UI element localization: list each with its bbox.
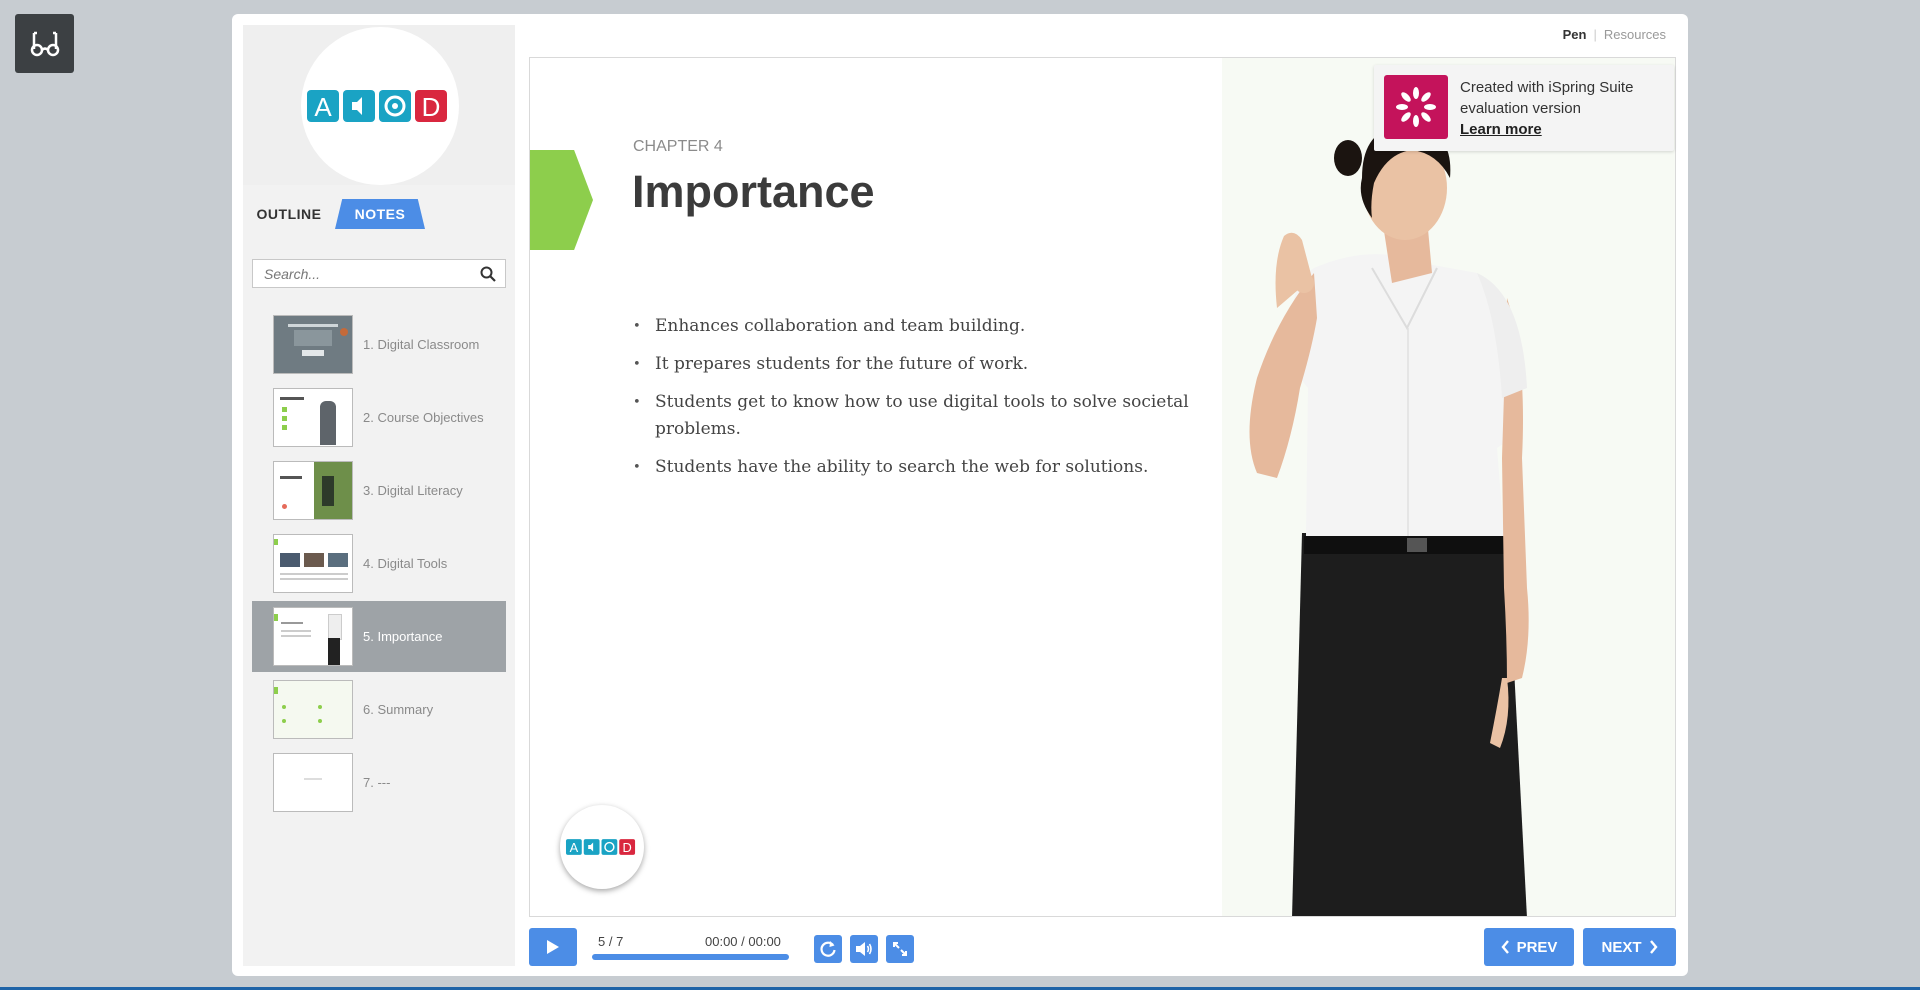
slide-thumbnail <box>273 753 353 812</box>
slide-item-1[interactable]: 1. Digital Classroom <box>252 309 506 380</box>
slide-thumbnail <box>273 315 353 374</box>
sidebar: A D OUTLINE NOTES Search... 1. Digital C… <box>243 25 515 966</box>
sidebar-tabs: OUTLINE NOTES <box>243 199 515 229</box>
slide-item-3[interactable]: 3. Digital Literacy <box>252 455 506 526</box>
bullet-item: Enhances collaboration and team building… <box>633 313 1193 340</box>
ispring-evaluation-badge[interactable]: Created with iSpring Suite evaluation ve… <box>1374 65 1674 151</box>
progress-fill <box>592 954 789 960</box>
search-icon[interactable] <box>480 266 496 282</box>
slide-label: 4. Digital Tools <box>363 556 448 571</box>
chevron-right-icon <box>1649 940 1658 954</box>
pen-link[interactable]: Pen <box>1563 27 1587 42</box>
resources-link[interactable]: Resources <box>1604 27 1666 42</box>
slide-label: 6. Summary <box>363 702 434 717</box>
slide-item-6[interactable]: 6. Summary <box>252 674 506 745</box>
slide-label: 1. Digital Classroom <box>363 337 480 352</box>
slide-item-5[interactable]: 5. Importance <box>252 601 506 672</box>
chapter-marker <box>530 150 593 250</box>
presentation-player: A D OUTLINE NOTES Search... 1. Digital C… <box>232 14 1688 976</box>
bullet-item: It prepares students for the future of w… <box>633 351 1193 378</box>
slide-thumbnail <box>273 534 353 593</box>
course-logo-area: A D <box>243 25 515 185</box>
prev-button[interactable]: PREV <box>1484 928 1574 966</box>
slide-canvas: CHAPTER 4 Importance Enhances collaborat… <box>529 57 1676 917</box>
bullet-item: Students get to know how to use digital … <box>633 389 1193 443</box>
chevron-left-icon <box>1501 940 1509 954</box>
play-icon <box>547 940 559 954</box>
slide-thumbnail <box>273 680 353 739</box>
course-logo: A D <box>301 27 459 185</box>
time-display: 00:00 / 00:00 <box>705 934 781 949</box>
search-input[interactable] <box>253 260 474 287</box>
replay-icon <box>820 941 836 957</box>
progress-bar[interactable] <box>592 954 789 960</box>
prev-label: PREV <box>1516 938 1558 956</box>
slide-counter: 5 / 7 <box>598 934 624 949</box>
next-label: NEXT <box>1601 938 1642 956</box>
bullet-list: Enhances collaboration and team building… <box>633 313 1193 492</box>
link-separator: | <box>1593 27 1597 42</box>
search-box <box>252 259 506 288</box>
tab-notes[interactable]: NOTES <box>335 199 425 229</box>
course-logo-small: A D <box>560 805 644 889</box>
svg-text:A: A <box>570 840 579 855</box>
badge-line-2: evaluation version <box>1460 100 1581 117</box>
slide-item-7[interactable]: 7. --- <box>252 747 506 818</box>
presenter-photo <box>1222 58 1675 916</box>
fullscreen-button[interactable] <box>886 935 914 963</box>
svg-text:D: D <box>422 92 441 122</box>
slide-thumbnail <box>273 388 353 447</box>
slide-label: 5. Importance <box>363 629 443 644</box>
next-button[interactable]: NEXT <box>1583 928 1676 966</box>
volume-button[interactable] <box>850 935 878 963</box>
slide-label: 2. Course Objectives <box>363 410 484 425</box>
volume-icon <box>856 942 872 956</box>
fullscreen-icon <box>893 942 907 956</box>
chapter-label: CHAPTER 4 <box>633 138 723 155</box>
reader-mode-button[interactable] <box>15 14 74 73</box>
bullet-item: Students have the ability to search the … <box>633 454 1193 481</box>
slide-label: 3. Digital Literacy <box>363 483 463 498</box>
replay-button[interactable] <box>814 935 842 963</box>
slide-thumbnail <box>273 607 353 666</box>
ispring-logo-icon <box>1384 75 1448 139</box>
learn-more-link[interactable]: Learn more <box>1460 119 1665 140</box>
slide-title: Importance <box>632 166 875 217</box>
slide-item-4[interactable]: 4. Digital Tools <box>252 528 506 599</box>
slide-thumbnail <box>273 461 353 520</box>
svg-text:A: A <box>314 92 332 122</box>
svg-text:D: D <box>623 840 632 855</box>
ispring-badge-text: Created with iSpring Suite evaluation ve… <box>1460 77 1665 140</box>
slide-item-2[interactable]: 2. Course Objectives <box>252 382 506 453</box>
playback-controls: 5 / 7 00:00 / 00:00 PREV NEXT <box>529 928 1676 968</box>
slide-label: 7. --- <box>363 775 391 790</box>
play-button[interactable] <box>529 928 577 966</box>
top-links: Pen | Resources <box>1563 27 1666 42</box>
reader-mode-icon <box>30 31 59 56</box>
tab-outline[interactable]: OUTLINE <box>243 199 335 229</box>
slide-list: 1. Digital Classroom 2. Course Objective… <box>252 309 506 820</box>
badge-line-1: Created with iSpring Suite <box>1460 79 1634 96</box>
